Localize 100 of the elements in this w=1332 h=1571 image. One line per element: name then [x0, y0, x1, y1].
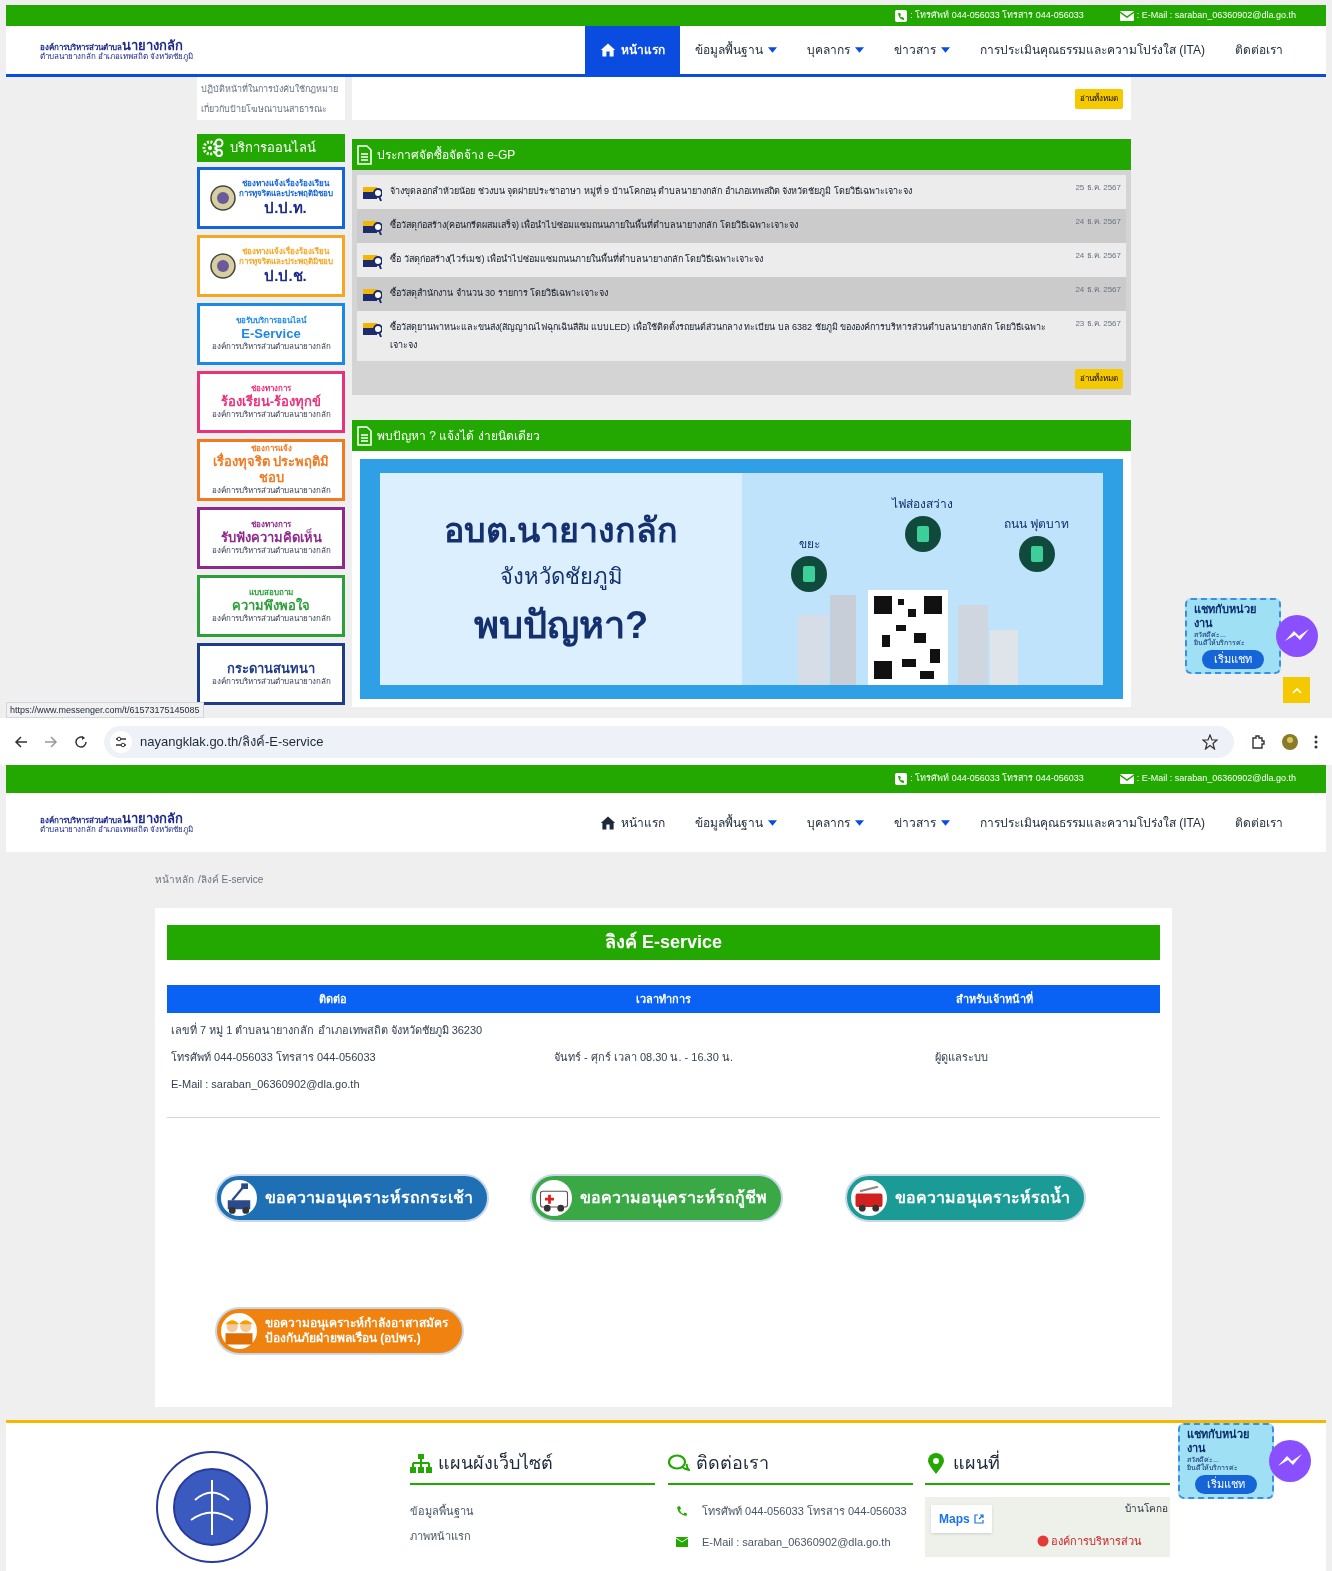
banner-text-line: ช่องทางแจ้งเรื่องร้องเรียน [242, 246, 329, 257]
address-bar[interactable]: nayangklak.go.th/ลิงค์-E-service [104, 725, 1234, 758]
footer-heading: แผนผังเว็บไซต์ [438, 1451, 553, 1475]
map-view[interactable]: Maps บ้านโคกอ องค์การบริหารส่วน [925, 1497, 1170, 1557]
nav-item[interactable]: ติดต่อเรา [1220, 813, 1298, 832]
banner-title: ความพึงพอใจ [232, 597, 310, 614]
banner-text-line: แบบสอบถาม [249, 587, 293, 597]
date-text: 23 ธ.ค. 2567 [1075, 318, 1121, 330]
envelope-icon [676, 1536, 688, 1547]
banner-title: รับฟังความคิดเห็น [220, 529, 322, 546]
service-banner[interactable]: กระดานสนทนา องค์การบริหารส่วนตำบลนายางกลัก [197, 643, 345, 705]
section-title: ประกาศจัดซื้อจัดจ้าง e-GP [377, 145, 516, 164]
banner-footer-text: องค์การบริหารส่วนตำบลนายางกลัก [211, 546, 331, 557]
sitemap-icon [410, 1452, 432, 1475]
round-badge-icon [1017, 535, 1056, 573]
column-header: ติดต่อ [317, 991, 348, 1007]
procurement-link[interactable]: ซื้อ วัสดุก่อสร้าง(ไวร์เมช) เพื่อนำไปซ่อมแซมถนนภายในพื้นที่ตำบลนายางกลัก โดยวิธีเฉพาะเจาะจง [390, 250, 1068, 268]
map-pin-icon [925, 1452, 947, 1475]
star-icon[interactable] [1202, 733, 1218, 750]
reload-icon[interactable] [74, 734, 88, 749]
banner-title: ป.ป.ท. [264, 198, 307, 218]
read-all-button[interactable]: อ่านทั้งหมด [1075, 88, 1123, 109]
document-icon [356, 144, 373, 165]
banner-text-line: ขอรับบริการออนไลน์ [236, 315, 306, 326]
button-label-line: ป้องกันภัยฝ่ายพลเรือน (อปพร.) [265, 1331, 421, 1346]
phone-icon [895, 9, 908, 22]
maps-link[interactable]: Maps [931, 1505, 992, 1533]
email-text: : E-Mail : saraban_06360902@dla.go.th [1136, 8, 1296, 22]
service-banner[interactable]: ช่องการแจ้ง เรื่องทุจริต ประพฤติมิชอบ องค์การบริหารส่วนตำบลนายางกลัก [197, 439, 345, 501]
caret-icon [854, 47, 864, 53]
nav-item[interactable]: ติดต่อเรา [1220, 26, 1298, 74]
service-banner[interactable]: ช่องทางแจ้งเรื่องร้องเรียน การทุจริตและประพฤติมิชอบ ป.ป.ช. [197, 235, 345, 297]
start-chat-button[interactable]: เริ่มแชท [1195, 1475, 1257, 1494]
nav-item[interactable]: หน้าแรก [584, 813, 680, 832]
start-chat-button[interactable]: เริ่มแชท [1202, 650, 1264, 669]
site-logo[interactable]: องค์การบริหารส่วนตำบลนายางกลัก ตำบลนายางกลัก อำเภอเทพสถิต จังหวัดชัยภูมิ [40, 811, 194, 834]
banner-label: ไฟส่องสว่าง [892, 496, 953, 513]
banner-text-line: การทุจริตและประพฤติมิชอบ [238, 256, 333, 267]
footer-link[interactable]: ภาพหน้าแรก [410, 1527, 655, 1544]
button-label-line: ขอความอนุเคราะห์รถกระเช้า [265, 1188, 473, 1208]
banner-tagline: พบปัญหา? [473, 602, 649, 649]
banner-text-line: ช่องการแจ้ง [250, 443, 292, 453]
banner-label: ขยะ [798, 536, 820, 553]
nav-item[interactable]: ข้อมูลพื้นฐาน [679, 813, 792, 832]
table-cell-text: โทรศัพท์ 044-056033 โทรสาร 044-056033 [171, 1050, 377, 1065]
nav-item[interactable]: ข่าวสาร [878, 813, 965, 832]
document-icon [356, 425, 373, 446]
forward-arrow-icon[interactable] [44, 734, 58, 749]
back-arrow-icon[interactable] [14, 734, 28, 749]
footer-link[interactable]: ข้อมูลพื้นฐาน [410, 1503, 655, 1520]
date-text: 24 ธ.ค. 2567 [1075, 284, 1121, 296]
site-logo[interactable]: องค์การบริหารส่วนตำบลนายางกลัก ตำบลนายางกลัก อำเภอเทพสถิต จังหวัดชัยภูมิ [40, 26, 194, 74]
breadcrumb-link[interactable]: หน้าหลัก [155, 872, 194, 888]
logo-subtitle: ตำบลนายางกลัก อำเภอเทพสถิต จังหวัดชัยภูมิ [40, 53, 194, 61]
phone-icon [895, 773, 908, 785]
procurement-link[interactable]: ซื้อวัสดุสำนักงาน จำนวน 30 รายการ โดยวิธีเฉพาะเจาะจง [390, 284, 1068, 302]
procurement-link[interactable]: จ้างขุดลอกลำห้วยน้อย ช่วงบน จุดฝายประชาอาษา หมู่ที่ 9 บ้านโคกอนุ ตำบลนายางกลัก อำเภอเทพสถิต จังหวัดชัยภูมิ โดยวิธีเฉพาะเจาะจง [390, 182, 1068, 200]
more-menu-icon[interactable] [1314, 734, 1318, 749]
nav-item[interactable]: การประเมินคุณธรรมและความโปร่งใส (ITA) [964, 813, 1220, 832]
nav-item[interactable]: หน้าแรก [584, 26, 680, 74]
bucket-truck-icon [221, 1180, 257, 1216]
button-label-line: ขอความอนุเคราะห์กำลังอาสาสมัคร [265, 1316, 448, 1331]
phone-text: : โทรศัพท์ 044-056033 โทรสาร 044-056033 [910, 8, 1084, 22]
nav-item[interactable]: การประเมินคุณธรรมและความโปร่งใส (ITA) [964, 26, 1220, 74]
column-header: เวลาทำการ [635, 991, 692, 1007]
column-header: สำหรับเจ้าหน้าที่ [955, 990, 1034, 1007]
service-banner[interactable]: ช่องทางการ รับฟังความคิดเห็น องค์การบริหารส่วนตำบลนายางกลัก [197, 507, 345, 569]
chat-title: แชทกับหน่วยงาน [1187, 1428, 1250, 1456]
service-request-button[interactable]: ขอความอนุเคราะห์รถกระเช้า [215, 1174, 489, 1222]
procurement-link[interactable]: ซื้อวัสดุยานพาหนะและขนส่ง(สัญญาณไฟฉุกเฉินสีส้ม แบบLED) เพื่อใช้ติดตั้งรถยนต์ส่วนกลาง ทะเบียน บล 6382 ชัยภูมิ ขององค์การบริหารส่วนตำบลนายางกลัก โดยวิธีเฉพาะเจาะจง [390, 318, 1068, 354]
service-banner[interactable]: แบบสอบถาม ความพึงพอใจ องค์การบริหารส่วนตำบลนายางกลัก [197, 575, 345, 637]
logo-subtitle: ตำบลนายางกลัก อำเภอเทพสถิต จังหวัดชัยภูมิ [40, 825, 194, 834]
banner-title: กระดานสนทนา [227, 660, 315, 677]
extensions-icon[interactable] [1250, 733, 1266, 750]
nav-item[interactable]: ข้อมูลพื้นฐาน [679, 26, 792, 74]
table-cell-text: จันทร์ - ศุกร์ เวลา 08.30 น. - 16.30 น. [554, 1050, 733, 1066]
nav-item[interactable]: ข่าวสาร [878, 26, 965, 74]
phone-handset-icon [676, 1505, 688, 1518]
mail-icon [1119, 9, 1134, 22]
read-all-button[interactable]: อ่านทั้งหมด [1075, 369, 1123, 389]
messenger-icon[interactable] [1275, 613, 1319, 658]
banner-footer-text: องค์การบริหารส่วนตำบลนายางกลัก [211, 342, 331, 353]
nav-item[interactable]: บุคลากร [791, 813, 879, 832]
procurement-link[interactable]: ซื้อวัสดุก่อสร้าง(คอนกรีตผสมเสร็จ) เพื่อนำไปซ่อมแซมถนนภายในพื้นที่ตำบลนายางกลัก โดยวิธีเฉพาะเจาะจง [390, 216, 1068, 234]
profile-avatar-icon[interactable] [1282, 733, 1298, 750]
logo-name: นายางกลัก [122, 39, 183, 52]
site-settings-icon[interactable] [110, 730, 132, 753]
table-cell-text: E-Mail : saraban_06360902@dla.go.th [171, 1077, 361, 1092]
service-banner[interactable]: ขอรับบริการออนไลน์ E-Service องค์การบริหารส่วนตำบลนายางกลัก [197, 303, 345, 365]
chat-title: แชทกับหน่วยงาน [1194, 603, 1257, 631]
caret-icon [767, 819, 777, 826]
table-cell-text: เลขที่ 7 หมู่ 1 ตำบลนายางกลัก อำเภอเทพสถิต จังหวัดชัยภูมิ 36230 [171, 1021, 484, 1039]
footer-contact-text: โทรศัพท์ 044-056033 โทรสาร 044-056033 [702, 1504, 907, 1519]
nav-item[interactable]: บุคลากร [791, 26, 879, 74]
messenger-icon[interactable] [1268, 1438, 1312, 1483]
service-banner[interactable]: ช่องทางแจ้งเรื่องร้องเรียน การทุจริตและประพฤติมิชอบ ป.ป.ท. [197, 167, 345, 229]
banner-title: เรื่องทุจริต ประพฤติมิชอบ [211, 453, 331, 486]
service-banner[interactable]: ช่องทางการ ร้องเรียน-ร้องทุกข์ องค์การบริหารส่วนตำบลนายางกลัก [197, 371, 345, 433]
chevron-up-icon [1291, 686, 1302, 694]
home-icon [599, 42, 616, 58]
